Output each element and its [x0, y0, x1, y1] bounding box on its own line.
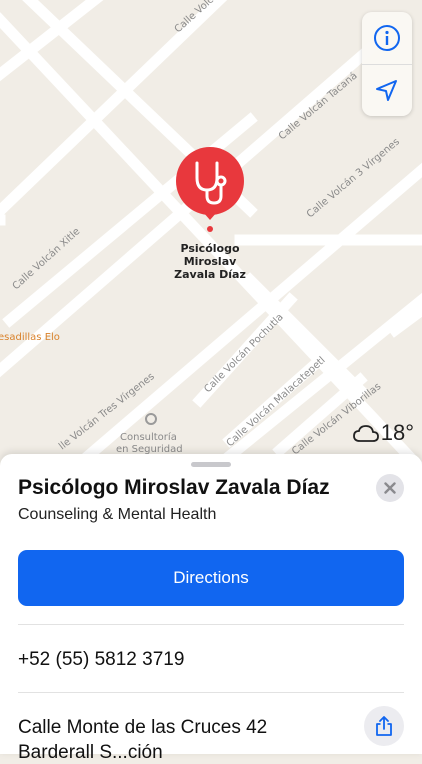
address-line-1: Calle Monte de las Cruces 42: [18, 717, 268, 738]
info-button[interactable]: [362, 12, 412, 64]
directions-button[interactable]: Directions: [18, 550, 404, 606]
location-arrow-icon: [376, 80, 397, 101]
address-line-2: Barderall S...ción: [18, 742, 163, 763]
divider: [18, 692, 404, 693]
pin-label-line-1: Psicólogo: [180, 242, 239, 255]
close-button[interactable]: [376, 474, 404, 502]
pin-label-line-3: Zavala Díaz: [174, 268, 246, 281]
place-card: Psicólogo Miroslav Zavala Díaz Counselin…: [0, 454, 422, 763]
cloud-icon: [352, 425, 379, 442]
close-icon: [384, 482, 396, 494]
share-button[interactable]: [364, 706, 404, 746]
weather-temperature: 18°: [380, 420, 414, 445]
pin-label-line-2: Miroslav: [184, 255, 237, 268]
poi-label-quesadillas: esadillas Elo: [0, 332, 60, 343]
poi-label-consultoria-1: Consultoría: [120, 431, 177, 443]
map-view[interactable]: Calle Volcá Calle Volcán Tacaná Calle Vo…: [0, 0, 422, 480]
place-category: Counseling & Mental Health: [18, 506, 217, 523]
sheet-grabber[interactable]: [191, 462, 231, 467]
weather-indicator: 18°: [352, 420, 414, 446]
divider: [18, 624, 404, 625]
phone-number[interactable]: +52 (55) 5812 3719: [18, 649, 184, 671]
info-icon: [374, 25, 400, 51]
locate-me-button[interactable]: [362, 65, 412, 117]
place-title: Psicólogo Miroslav Zavala Díaz: [18, 476, 330, 499]
map-controls: [362, 12, 412, 116]
share-icon: [376, 716, 392, 736]
